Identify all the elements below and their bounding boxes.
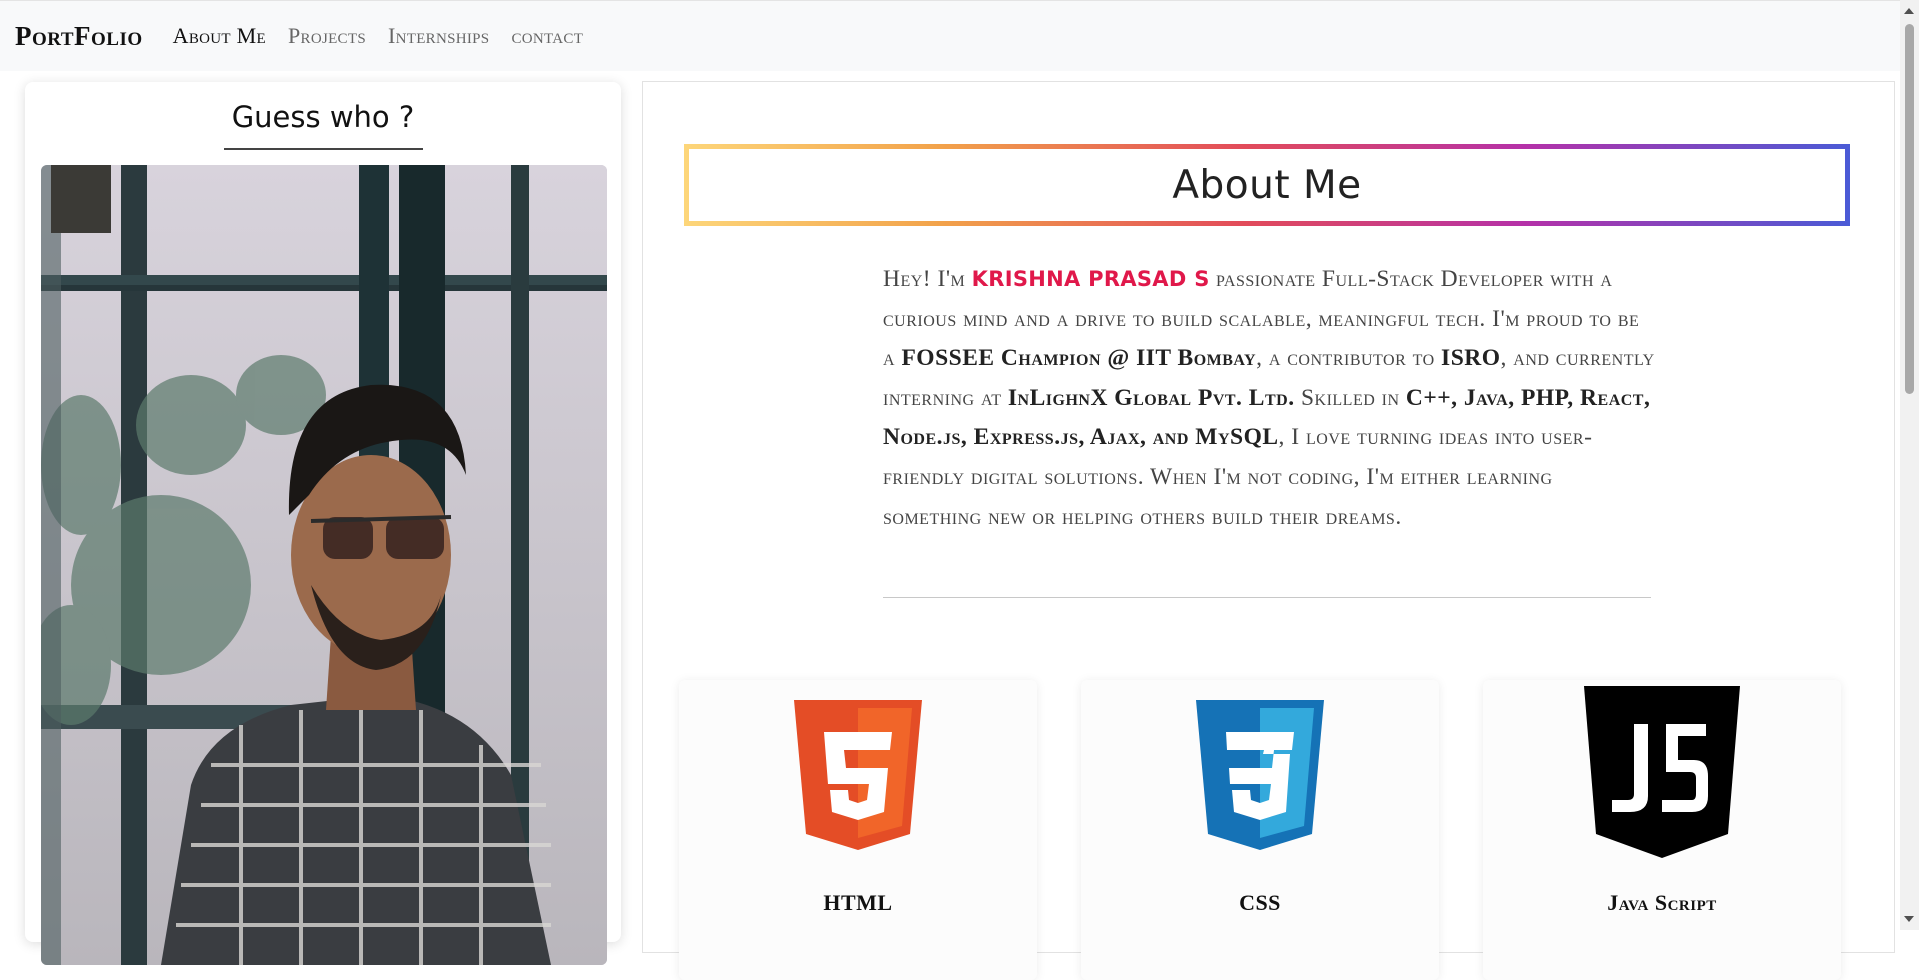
about-heading-frame: About Me — [684, 144, 1850, 226]
nav-internships[interactable]: Internships — [388, 23, 489, 49]
skill-card-css: CSS — [1081, 680, 1439, 980]
bio-name: KRISHNA PRASAD S — [971, 267, 1210, 291]
bio-text: Hey! I'm — [883, 266, 972, 292]
scroll-thumb[interactable] — [1905, 24, 1914, 394]
bio-text: Skilled in — [1294, 384, 1406, 411]
vertical-scrollbar[interactable] — [1900, 0, 1919, 930]
nav-links: About Me Projects Internships contact — [173, 23, 584, 49]
profile-title: Guess who ? — [231, 100, 415, 134]
skill-label-javascript: Java Script — [1607, 890, 1717, 915]
skill-card-html: HTML — [679, 680, 1037, 980]
nav-projects[interactable]: Projects — [288, 23, 366, 49]
bio-highlight: ISRO — [1441, 345, 1501, 372]
js-icon — [1483, 680, 1841, 860]
bio-highlight: FOSSEE Champion @ IIT Bombay — [901, 345, 1257, 372]
profile-title-underline — [224, 148, 423, 150]
scroll-down-icon[interactable] — [1904, 916, 1914, 922]
about-bio: Hey! I'm KRISHNA PRASAD S passionate Ful… — [883, 260, 1655, 537]
skill-label-html: HTML — [823, 890, 893, 915]
about-panel: About Me Hey! I'm KRISHNA PRASAD S passi… — [642, 81, 1895, 980]
skill-card-javascript: Java Script — [1483, 680, 1841, 980]
bio-highlight: InLighnX Global Pvt. Ltd. — [1007, 384, 1295, 411]
scroll-up-icon[interactable] — [1904, 8, 1914, 14]
bio-text: , a contributor to — [1256, 345, 1442, 372]
profile-card: Guess who ? — [25, 82, 621, 965]
css3-icon — [1081, 680, 1439, 856]
navbar: PortFolio About Me Projects Internships … — [0, 0, 1900, 71]
about-heading: About Me — [689, 149, 1845, 221]
brand-logo[interactable]: PortFolio — [15, 21, 143, 52]
bio-divider — [883, 597, 1651, 598]
profile-photo — [41, 165, 607, 965]
nav-about-me[interactable]: About Me — [173, 23, 266, 49]
html5-icon — [679, 680, 1037, 856]
skill-label-css: CSS — [1239, 890, 1281, 915]
nav-contact[interactable]: contact — [511, 23, 583, 49]
